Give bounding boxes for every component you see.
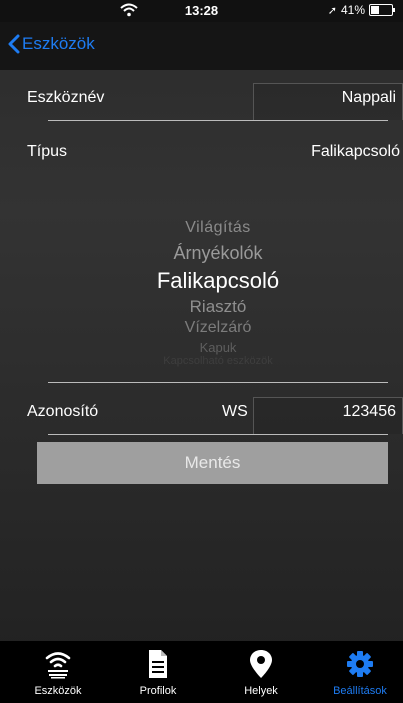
type-picker[interactable]: Világítás Árnyékolók Falikapcsoló Riaszt…: [48, 213, 388, 373]
tab-settings[interactable]: Beállítások: [310, 641, 403, 703]
id-value: 123456: [342, 403, 396, 420]
status-right: ➚ 41%: [327, 3, 395, 17]
navigation-bar: Eszközök: [0, 22, 403, 70]
id-field[interactable]: 123456: [253, 397, 403, 434]
tab-label: Helyek: [244, 685, 278, 697]
picker-item[interactable]: Riasztó: [48, 297, 388, 317]
name-divider: [48, 120, 388, 121]
name-value: Nappali: [341, 89, 396, 106]
picker-item[interactable]: Árnyékolók: [48, 243, 388, 264]
id-divider: [48, 434, 388, 435]
name-field[interactable]: Nappali: [253, 83, 403, 120]
document-icon: [149, 650, 167, 678]
tab-label: Beállítások: [333, 685, 387, 697]
type-label: Típus: [27, 143, 68, 160]
id-prefix: WS: [222, 403, 248, 420]
picker-item-selected[interactable]: Falikapcsoló: [48, 268, 388, 294]
battery-percent: 41%: [340, 3, 365, 17]
name-label: Eszköznév: [27, 89, 105, 106]
picker-divider: [48, 382, 388, 383]
battery-icon: [369, 4, 395, 16]
picker-item[interactable]: Kapcsolható eszközök: [48, 355, 388, 367]
location-pin-icon: [250, 650, 272, 678]
tab-label: Profilok: [139, 685, 177, 697]
picker-item[interactable]: Vízelzáró: [48, 319, 388, 337]
save-button[interactable]: Mentés: [37, 442, 388, 484]
tab-bar: Eszközök Profilok Helyek Beállítások: [0, 641, 403, 703]
chevron-left-icon: [8, 34, 20, 54]
picker-item[interactable]: Kapuk: [48, 340, 388, 355]
picker-item[interactable]: Világítás: [48, 219, 388, 237]
status-bar: 13:28 ➚ 41%: [0, 0, 403, 22]
type-value[interactable]: Falikapcsoló: [311, 143, 400, 161]
id-label: Azonosító: [27, 403, 99, 420]
location-arrow-icon: ➚: [327, 4, 337, 17]
tab-devices[interactable]: Eszközök: [8, 641, 108, 703]
wifi-signal-icon: [45, 652, 71, 679]
back-button[interactable]: Eszközök: [8, 34, 95, 54]
tab-label: Eszközök: [34, 685, 82, 697]
tab-profiles[interactable]: Profilok: [108, 641, 208, 703]
battery-level: [371, 6, 380, 14]
tab-locations[interactable]: Helyek: [211, 641, 311, 703]
back-label: Eszközök: [22, 34, 95, 53]
app-screen: 13:28 ➚ 41% Eszközök Eszköznév Nappali T…: [0, 0, 403, 703]
gear-icon: [347, 651, 373, 677]
